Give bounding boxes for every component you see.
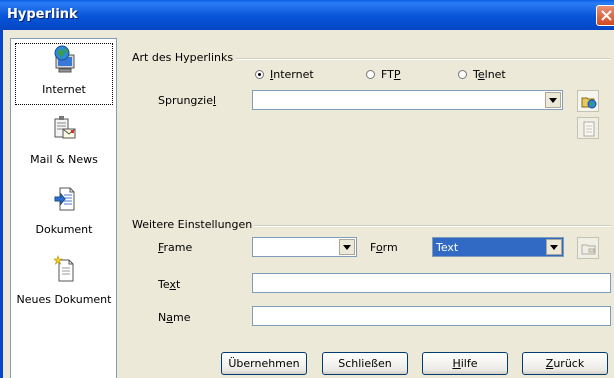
window-title: Hyperlink	[7, 7, 78, 22]
category-label: Mail & News	[30, 153, 98, 166]
mail-news-icon	[54, 116, 76, 139]
hyperlink-type-heading: Art des Hyperlinks	[132, 51, 234, 64]
form-combobox[interactable]: Text	[432, 237, 564, 257]
frame-combobox[interactable]	[252, 237, 357, 257]
apply-button[interactable]: Übernehmen	[221, 352, 307, 375]
frame-dropdown-button[interactable]	[339, 239, 355, 255]
close-window-button[interactable]	[596, 5, 614, 26]
category-mail-news[interactable]: Mail & News	[15, 113, 113, 175]
radio-ftp[interactable]: FTP	[366, 68, 401, 81]
browse-button[interactable]	[577, 90, 599, 112]
category-internet[interactable]: Internet	[15, 43, 113, 105]
radio-internet[interactable]: Internet	[255, 68, 314, 81]
hyperlink-category-list: Internet Mail & News Dokument Neues Doku…	[10, 38, 117, 378]
hyperlink-settings-panel: Art des Hyperlinks Internet FTP Telnet S…	[124, 30, 614, 378]
group-separator	[236, 58, 611, 60]
target-document-icon	[583, 121, 595, 137]
hyperlink-dialog: Hyperlink Internet Mail & News Dokument …	[0, 0, 614, 378]
form-dropdown-button[interactable]	[546, 239, 562, 255]
form-label: Form	[370, 241, 398, 254]
category-label: Neues Dokument	[16, 293, 112, 306]
group-separator	[254, 225, 611, 227]
radio-dot	[458, 70, 467, 79]
target-in-document-button[interactable]	[577, 117, 599, 139]
target-label: Sprungziel	[158, 94, 217, 107]
close-button[interactable]: Schließen	[322, 352, 408, 375]
category-label: Dokument	[35, 223, 93, 236]
name-input[interactable]	[252, 306, 611, 326]
radio-telnet[interactable]: Telnet	[458, 68, 506, 81]
category-new-document[interactable]: Neues Dokument	[15, 253, 113, 315]
form-value: Text	[436, 241, 459, 254]
close-icon	[601, 10, 612, 21]
help-button[interactable]: Hilfe	[422, 352, 508, 375]
globe-computer-icon	[54, 45, 75, 73]
title-bar: Hyperlink	[0, 0, 614, 30]
events-button[interactable]	[577, 237, 599, 259]
category-document[interactable]: Dokument	[15, 183, 113, 245]
events-macro-icon	[581, 244, 596, 255]
window-border	[0, 30, 3, 378]
further-settings-heading: Weitere Einstellungen	[132, 218, 253, 231]
back-button[interactable]: Zurück	[522, 352, 608, 375]
text-input[interactable]	[252, 273, 611, 293]
document-icon	[54, 187, 75, 211]
name-label: Name	[158, 311, 191, 324]
target-dropdown-button[interactable]	[545, 92, 561, 108]
radio-dot	[255, 70, 264, 79]
target-combobox[interactable]	[252, 90, 563, 110]
radio-internet-label: Internet	[270, 68, 314, 81]
open-folder-globe-icon	[581, 97, 597, 109]
category-label: Internet	[42, 83, 86, 96]
radio-ftp-label: FTP	[381, 68, 401, 81]
radio-telnet-label: Telnet	[473, 68, 506, 81]
text-label: Text	[158, 278, 181, 291]
new-document-icon	[53, 255, 74, 282]
radio-dot	[366, 70, 375, 79]
frame-label: Frame	[158, 241, 193, 254]
